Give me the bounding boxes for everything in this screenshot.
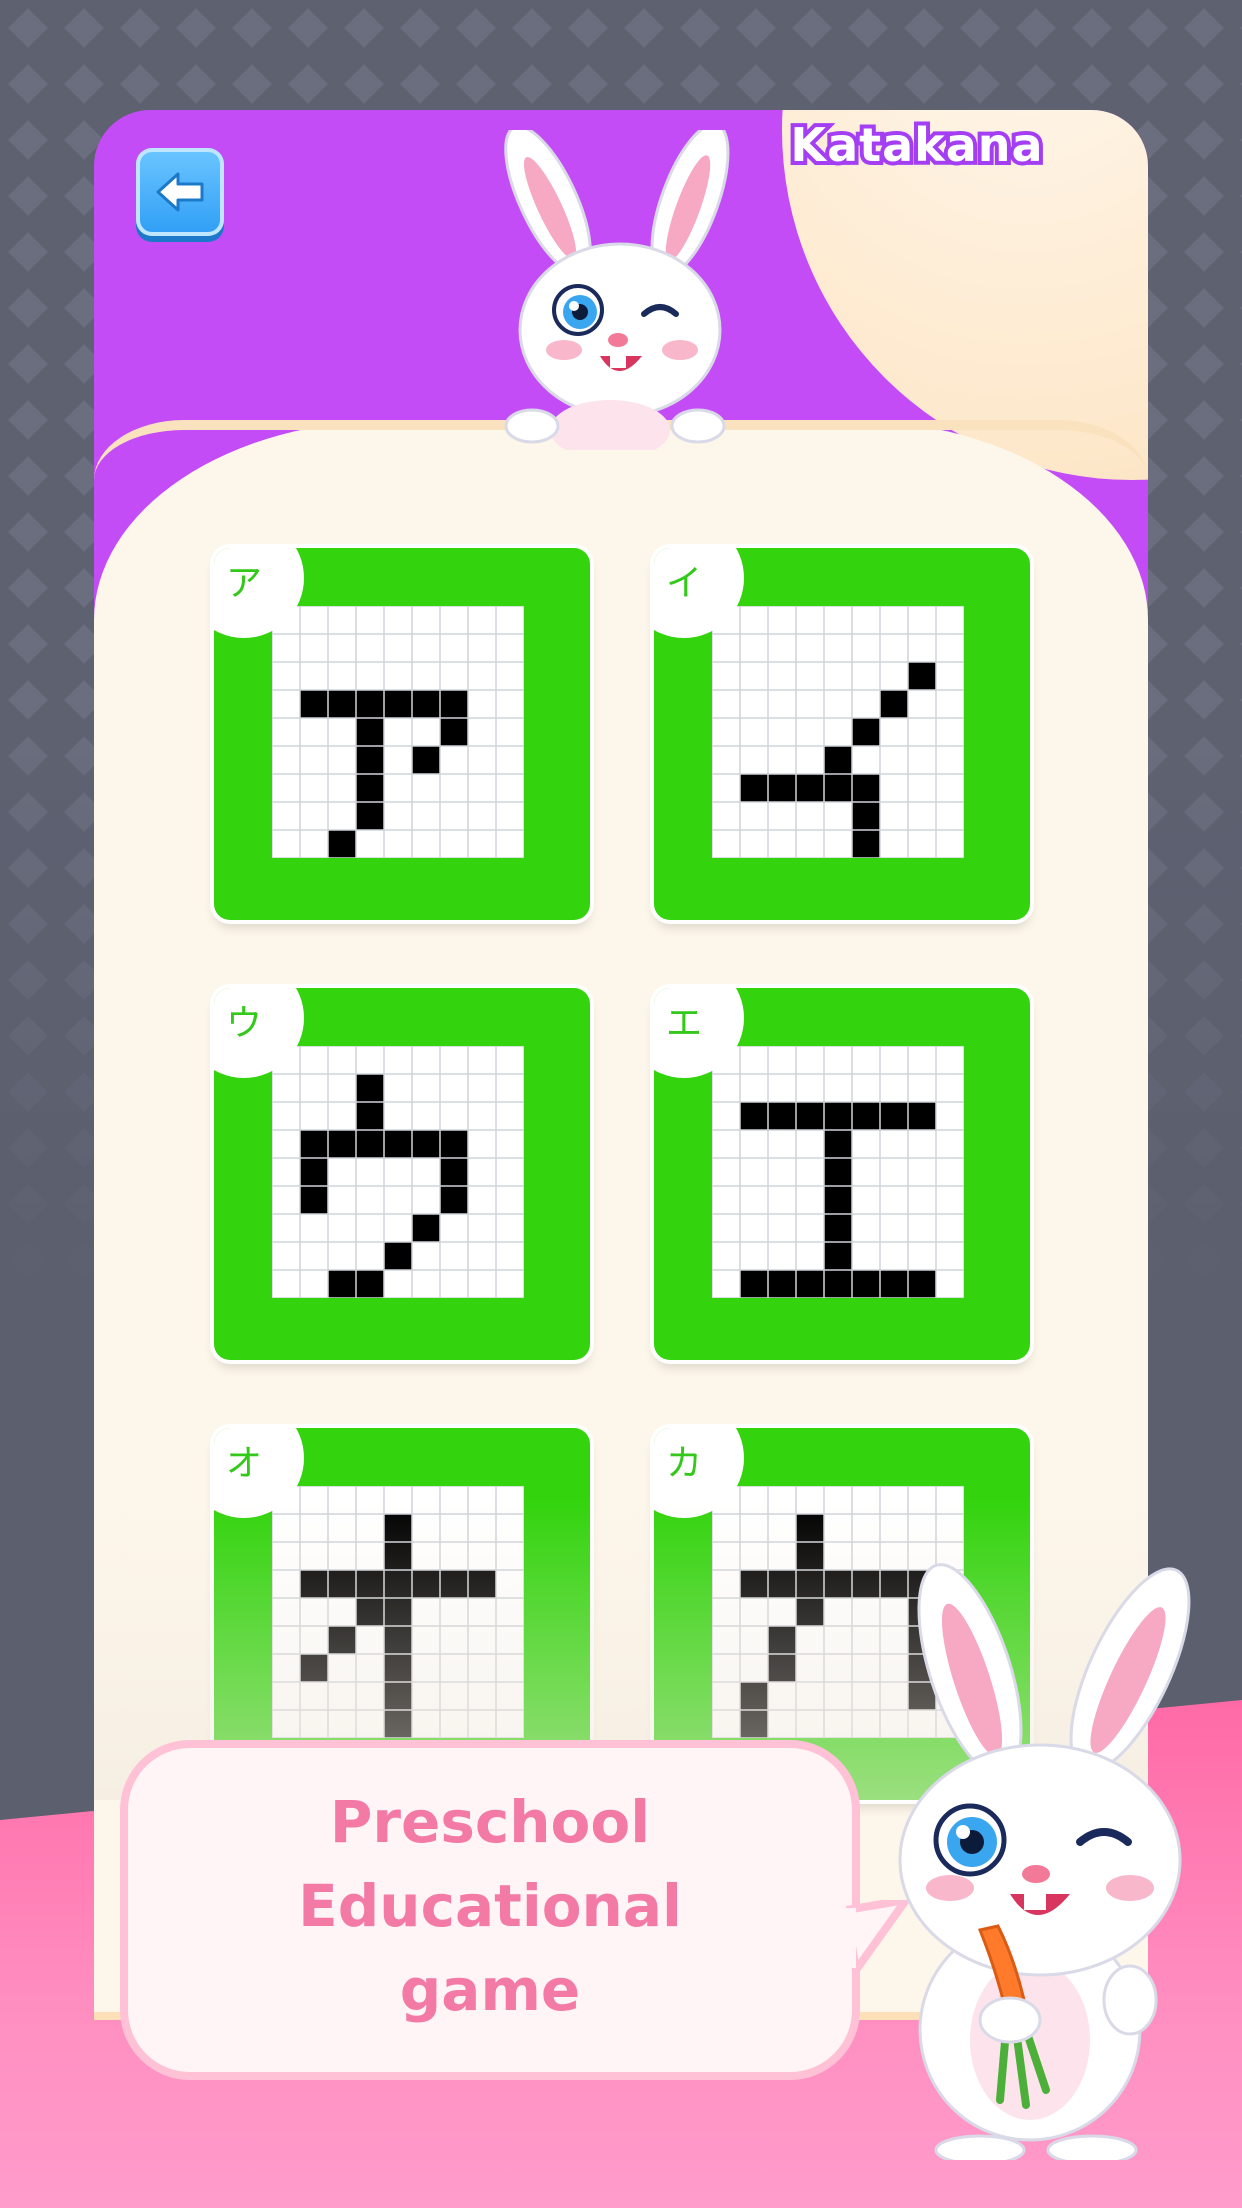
pixel-cell: [300, 690, 328, 718]
pixel-cell: [824, 1102, 852, 1130]
card-katakana-e[interactable]: エ: [654, 988, 1030, 1360]
pixel-cell: [412, 1130, 440, 1158]
pixel-cell: [768, 1102, 796, 1130]
promo-line-1: Preschool: [329, 1788, 651, 1856]
pixel-cell: [852, 802, 880, 830]
pixel-cell: [356, 1074, 384, 1102]
pixel-cell: [412, 746, 440, 774]
pixel-cell: [824, 774, 852, 802]
pixel-cell: [880, 690, 908, 718]
pixel-cell: [356, 802, 384, 830]
pixel-cell: [356, 774, 384, 802]
pixel-grid: [272, 1046, 524, 1298]
pixel-cell: [440, 690, 468, 718]
pixel-cell: [908, 1102, 936, 1130]
pixel-cell: [440, 1158, 468, 1186]
pixel-cell: [908, 1270, 936, 1298]
pixel-cell: [824, 1186, 852, 1214]
kana-label: イ: [666, 563, 703, 604]
pixel-cell: [356, 1270, 384, 1298]
pixel-cell: [824, 1130, 852, 1158]
kana-label: ア: [226, 563, 263, 604]
pixel-cell: [412, 1214, 440, 1242]
pixel-cell: [908, 662, 936, 690]
kana-label: エ: [666, 1003, 703, 1044]
pixel-grid: [712, 606, 964, 858]
pixel-cell: [300, 1186, 328, 1214]
promo-line-2: Educational: [298, 1872, 682, 1940]
pixel-cell: [300, 1130, 328, 1158]
kana-label: カ: [666, 1443, 703, 1484]
pixel-cell: [300, 1158, 328, 1186]
pixel-cell: [796, 774, 824, 802]
pixel-cell: [852, 718, 880, 746]
pixel-cell: [824, 1214, 852, 1242]
pixel-cell: [768, 774, 796, 802]
pixel-cell: [384, 1130, 412, 1158]
promo-line-3: game: [399, 1956, 581, 2024]
card-katakana-a[interactable]: ア: [214, 548, 590, 920]
kana-label: オ: [226, 1443, 263, 1484]
pixel-cell: [880, 1102, 908, 1130]
pixel-cell: [824, 1158, 852, 1186]
pixel-cell: [440, 1130, 468, 1158]
pixel-cell: [412, 690, 440, 718]
kana-label: ウ: [226, 1003, 263, 1044]
pixel-cell: [852, 1102, 880, 1130]
pixel-cell: [328, 1130, 356, 1158]
pixel-cell: [328, 830, 356, 858]
pixel-cell: [852, 830, 880, 858]
pixel-cell: [740, 774, 768, 802]
pixel-cell: [880, 1270, 908, 1298]
card-katakana-u[interactable]: ウ: [214, 988, 590, 1360]
pixel-cell: [356, 1130, 384, 1158]
pixel-cell: [328, 690, 356, 718]
pixel-cell: [740, 1102, 768, 1130]
pixel-cell: [384, 690, 412, 718]
pixel-grid: [712, 1046, 964, 1298]
bunny-mascot-carrot: [898, 1563, 1191, 2160]
card-katakana-i[interactable]: イ: [654, 548, 1030, 920]
pixel-cell: [796, 1270, 824, 1298]
pixel-cell: [852, 1270, 880, 1298]
pixel-grid: [272, 606, 524, 858]
promo-text: Preschool Educational game: [120, 1780, 860, 2032]
pixel-cell: [852, 774, 880, 802]
back-button[interactable]: [136, 148, 224, 236]
pixel-cell: [440, 1186, 468, 1214]
pixel-cell: [384, 1242, 412, 1270]
pixel-cell: [740, 1270, 768, 1298]
pixel-cell: [824, 746, 852, 774]
pixel-cell: [356, 718, 384, 746]
arrow-left-icon: [156, 172, 204, 212]
bunny-mascot-top: [504, 130, 730, 450]
pixel-cell: [796, 1102, 824, 1130]
pixel-cell: [824, 1270, 852, 1298]
app-screen: Katakana ア イ ウ エ オ カ Preschool Education…: [0, 0, 1242, 2208]
pixel-cell: [440, 718, 468, 746]
pixel-cell: [328, 1270, 356, 1298]
pixel-cell: [824, 1242, 852, 1270]
pixel-cell: [356, 690, 384, 718]
pixel-cell: [356, 1102, 384, 1130]
page-title: Katakana: [786, 114, 1046, 176]
pixel-cell: [768, 1270, 796, 1298]
pixel-cell: [356, 746, 384, 774]
